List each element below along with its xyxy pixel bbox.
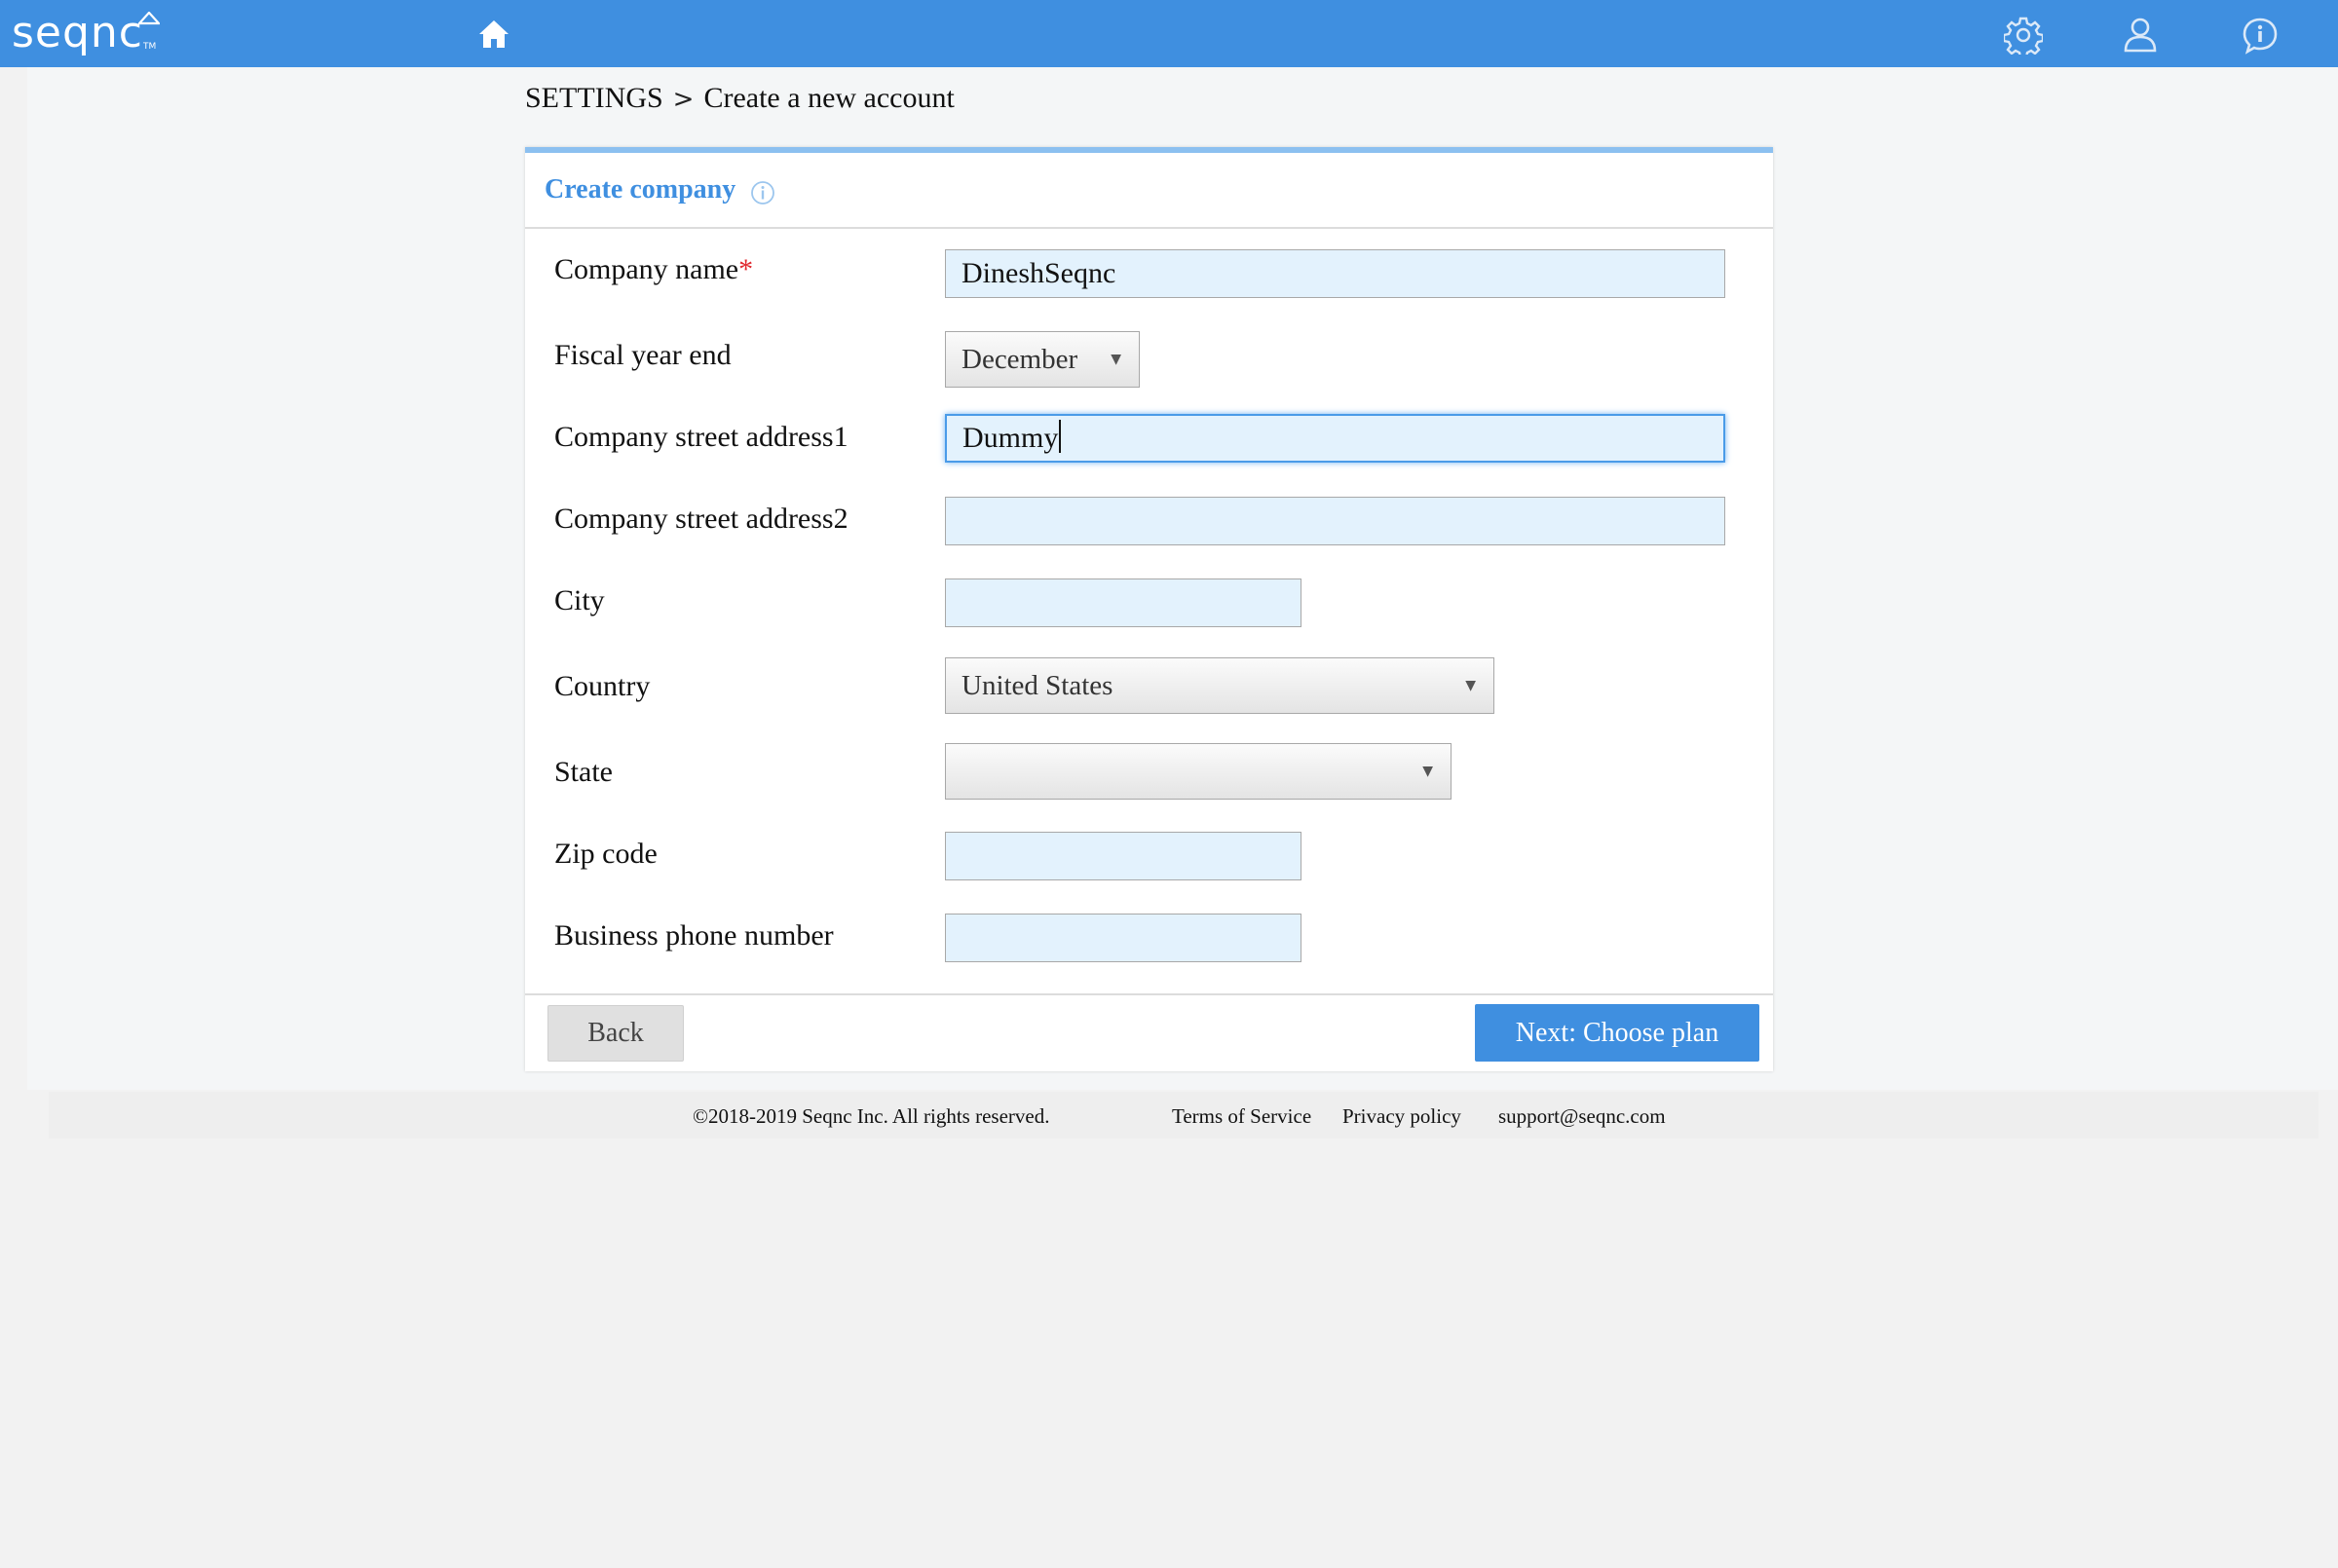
copyright-text: ©2018-2019 Seqnc Inc. All rights reserve… <box>693 1104 1050 1128</box>
fiscal-year-end-select[interactable]: December ▼ <box>945 331 1140 388</box>
phone-input[interactable] <box>945 914 1301 962</box>
company-name-label: Company name* <box>554 253 753 286</box>
company-name-value: DineshSeqnc <box>962 257 1116 289</box>
next-choose-plan-button[interactable]: Next: Choose plan <box>1475 1004 1759 1062</box>
company-name-input[interactable]: DineshSeqnc <box>945 249 1725 298</box>
phone-label: Business phone number <box>554 919 834 952</box>
card-header: Create company <box>525 153 1773 229</box>
info-icon[interactable] <box>749 179 776 206</box>
terms-of-service-link[interactable]: Terms of Service <box>1172 1104 1311 1129</box>
zip-code-label: Zip code <box>554 838 658 870</box>
breadcrumb: SETTINGS > Create a new account <box>525 82 955 115</box>
city-label: City <box>554 584 605 616</box>
state-label: State <box>554 756 613 788</box>
page-footer: ©2018-2019 Seqnc Inc. All rights reserve… <box>49 1092 2319 1139</box>
card-title: Create company <box>545 174 736 205</box>
chevron-down-icon: ▼ <box>1465 678 1476 693</box>
fiscal-year-end-label: Fiscal year end <box>554 339 732 371</box>
card-footer-divider <box>525 993 1773 995</box>
seqnc-logo[interactable]: seqncTM <box>12 6 156 74</box>
create-company-card: Create company Company name* DineshSeqnc… <box>525 147 1773 1071</box>
address1-input[interactable]: Dummy <box>945 414 1725 463</box>
company-name-label-text: Company name <box>554 253 739 285</box>
address2-input[interactable] <box>945 497 1725 545</box>
text-cursor <box>1059 420 1062 453</box>
top-nav-bar: seqncTM <box>0 0 2338 67</box>
privacy-policy-link[interactable]: Privacy policy <box>1342 1104 1461 1129</box>
user-icon[interactable] <box>2121 15 2160 54</box>
chevron-down-icon: ▼ <box>1422 764 1433 779</box>
support-email-link[interactable]: support@seqnc.com <box>1498 1104 1666 1129</box>
country-label: Country <box>554 670 651 702</box>
breadcrumb-root[interactable]: SETTINGS <box>525 82 663 114</box>
logo-tm: TM <box>143 42 157 52</box>
address1-label: Company street address1 <box>554 421 848 453</box>
city-input[interactable] <box>945 579 1301 627</box>
address2-label: Company street address2 <box>554 503 848 535</box>
address1-value: Dummy <box>962 422 1059 454</box>
chevron-down-icon: ▼ <box>1111 352 1121 367</box>
home-icon[interactable] <box>476 17 511 52</box>
zip-code-input[interactable] <box>945 832 1301 880</box>
fiscal-year-end-value: December <box>962 344 1078 375</box>
breadcrumb-current: Create a new account <box>703 82 955 114</box>
logo-text: seqnc <box>12 8 144 57</box>
logo-caret-icon <box>138 12 160 25</box>
country-value: United States <box>962 670 1113 701</box>
country-select[interactable]: United States ▼ <box>945 657 1494 714</box>
state-select[interactable]: ▼ <box>945 743 1452 800</box>
gear-icon[interactable] <box>2004 16 2043 55</box>
info-icon[interactable] <box>2241 16 2280 55</box>
required-mark: * <box>738 253 754 285</box>
back-button[interactable]: Back <box>547 1005 684 1062</box>
breadcrumb-separator: > <box>672 85 695 114</box>
